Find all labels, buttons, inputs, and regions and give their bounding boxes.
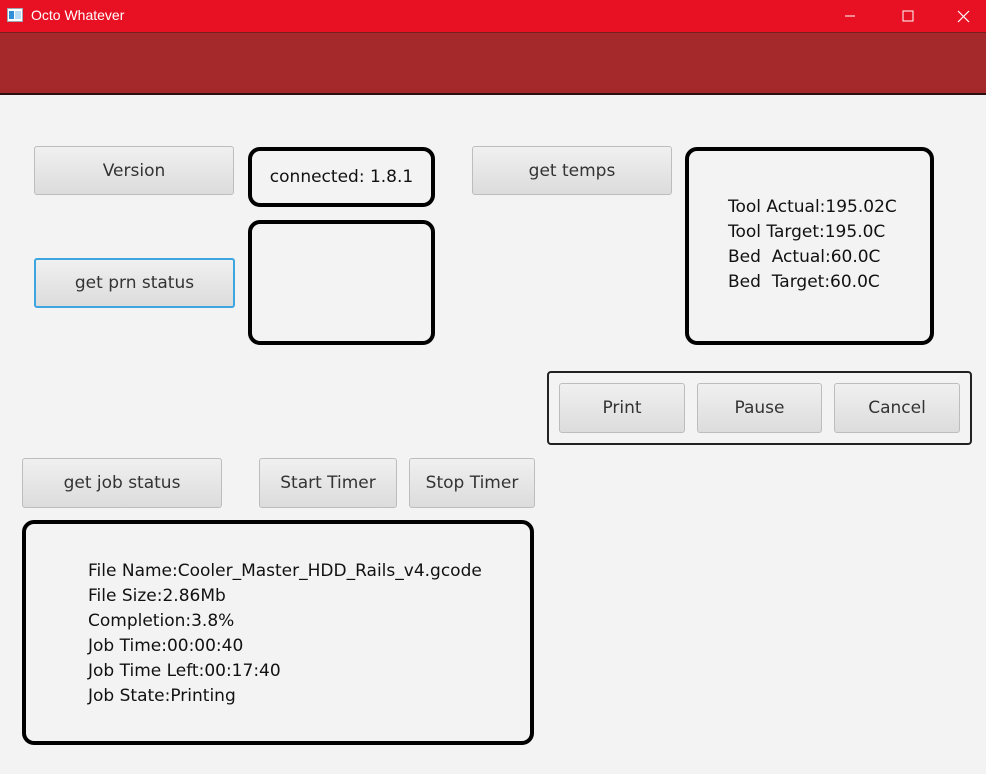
maximize-icon bbox=[902, 10, 914, 22]
maximize-button[interactable] bbox=[885, 0, 931, 32]
title-bar: Octo Whatever bbox=[0, 0, 986, 32]
minimize-icon bbox=[845, 15, 855, 17]
app-icon bbox=[7, 8, 23, 22]
get-job-status-button[interactable]: get job status bbox=[22, 458, 222, 508]
job-file-name: File Name:Cooler_Master_HDD_Rails_v4.gco… bbox=[88, 561, 482, 581]
version-output-text: connected: 1.8.1 bbox=[269, 167, 414, 187]
minimize-button[interactable] bbox=[827, 0, 873, 32]
get-prn-status-button[interactable]: get prn status bbox=[34, 258, 235, 308]
tool-actual-temp: Tool Actual:195.02C bbox=[728, 197, 897, 217]
bed-target-temp: Bed Target:60.0C bbox=[728, 272, 880, 292]
version-output-box: connected: 1.8.1 bbox=[248, 147, 435, 207]
job-time-left: Job Time Left:00:17:40 bbox=[88, 661, 281, 681]
temps-output-box: Tool Actual:195.02C Tool Target:195.0C B… bbox=[685, 147, 934, 345]
job-status-output-box: File Name:Cooler_Master_HDD_Rails_v4.gco… bbox=[22, 520, 534, 745]
stop-timer-button[interactable]: Stop Timer bbox=[409, 458, 535, 508]
get-temps-button[interactable]: get temps bbox=[472, 146, 672, 195]
pause-button[interactable]: Pause bbox=[697, 383, 822, 433]
tool-target-temp: Tool Target:195.0C bbox=[728, 222, 886, 242]
bed-actual-temp: Bed Actual:60.0C bbox=[728, 247, 881, 267]
job-completion: Completion:3.8% bbox=[88, 611, 235, 631]
job-file-size: File Size:2.86Mb bbox=[88, 586, 226, 606]
header-band bbox=[0, 32, 986, 95]
job-time: Job Time:00:00:40 bbox=[88, 636, 244, 656]
cancel-button[interactable]: Cancel bbox=[834, 383, 960, 433]
version-button[interactable]: Version bbox=[34, 146, 234, 195]
start-timer-button[interactable]: Start Timer bbox=[259, 458, 397, 508]
print-button[interactable]: Print bbox=[559, 383, 685, 433]
window-title: Octo Whatever bbox=[31, 7, 125, 23]
job-state: Job State:Printing bbox=[88, 686, 236, 706]
close-icon bbox=[957, 10, 969, 22]
close-button[interactable] bbox=[940, 0, 986, 32]
prn-status-output-box bbox=[248, 220, 435, 345]
